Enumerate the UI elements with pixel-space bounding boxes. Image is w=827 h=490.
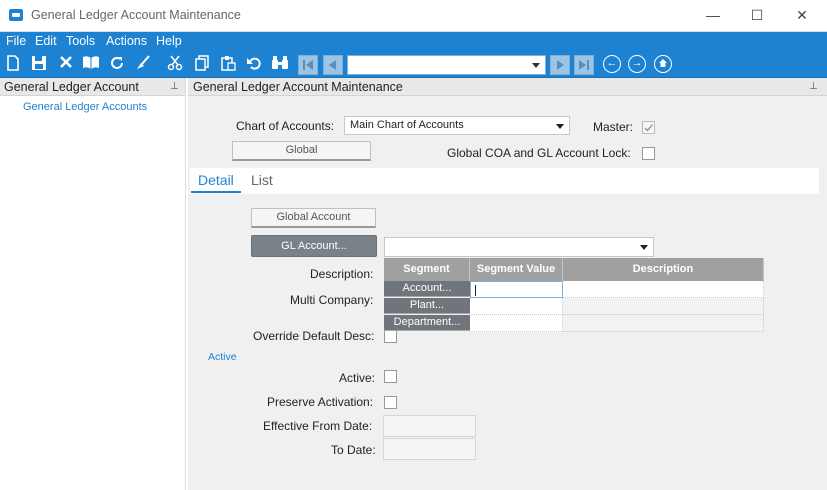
segment-description-cell[interactable]: [563, 298, 764, 315]
cut-icon[interactable]: [165, 55, 185, 75]
menu-file[interactable]: File: [6, 34, 26, 48]
tree-item-general-ledger-accounts[interactable]: General Ledger Accounts: [23, 101, 147, 113]
global-lock-label: Global COA and GL Account Lock:: [447, 146, 631, 160]
segment-description-cell[interactable]: [563, 281, 764, 298]
refresh-icon[interactable]: [107, 55, 127, 75]
global-button[interactable]: Global: [232, 141, 371, 161]
close-button[interactable]: ✕: [790, 4, 814, 26]
menu-bar: File Edit Tools Actions Help: [0, 32, 827, 52]
segment-value-cell[interactable]: [470, 281, 563, 298]
global-lock-checkbox[interactable]: [642, 147, 655, 160]
new-icon[interactable]: [3, 55, 23, 75]
tree-panel: General Ledger Account ⊥ General Ledger …: [0, 78, 186, 490]
segment-value-cell[interactable]: [470, 315, 563, 332]
active-checkbox[interactable]: [384, 370, 397, 383]
previous-record-button[interactable]: [323, 55, 343, 75]
segment-row-account[interactable]: Account...: [384, 281, 470, 297]
maximize-button[interactable]: ☐: [745, 4, 769, 26]
menu-help[interactable]: Help: [156, 34, 182, 48]
chevron-down-icon: [556, 124, 564, 129]
to-date-label: To Date:: [331, 443, 376, 457]
chart-of-accounts-combo[interactable]: Main Chart of Accounts: [344, 116, 570, 135]
paste-icon[interactable]: [218, 55, 238, 75]
effective-from-date-field[interactable]: [383, 415, 476, 437]
effective-from-date-label: Effective From Date:: [263, 419, 373, 433]
multi-company-label: Multi Company:: [290, 293, 374, 307]
gl-account-combo[interactable]: [384, 237, 654, 257]
chart-of-accounts-label: Chart of Accounts:: [236, 119, 335, 133]
pin-icon[interactable]: ⊥: [809, 81, 818, 92]
pin-icon[interactable]: ⊥: [170, 81, 179, 92]
preserve-activation-label: Preserve Activation:: [267, 395, 374, 409]
active-label: Active:: [339, 371, 376, 385]
global-account-button[interactable]: Global Account: [251, 208, 376, 228]
undo-icon[interactable]: [244, 55, 264, 75]
gl-account-button[interactable]: GL Account...: [251, 235, 377, 257]
description-label: Description:: [310, 267, 374, 281]
delete-icon[interactable]: [56, 55, 76, 75]
save-icon[interactable]: [29, 55, 49, 75]
tab-bar: Detail List: [190, 168, 819, 194]
tree-panel-header: General Ledger Account ⊥: [0, 78, 185, 96]
chart-of-accounts-value: Main Chart of Accounts: [350, 119, 464, 131]
window-title: General Ledger Account Maintenance: [31, 8, 241, 22]
grid-header-segment-value: Segment Value: [470, 258, 563, 281]
grid-header-segment: Segment: [384, 258, 470, 281]
text-cursor: [475, 285, 476, 296]
back-icon[interactable]: ←: [603, 55, 621, 73]
segment-row-plant[interactable]: Plant...: [384, 298, 470, 314]
clear-icon[interactable]: [133, 55, 153, 75]
segment-row-department[interactable]: Department...: [384, 315, 470, 331]
active-section-label: Active: [208, 351, 237, 363]
book-icon[interactable]: [81, 55, 101, 75]
tab-detail[interactable]: Detail: [198, 172, 234, 188]
search-icon[interactable]: [270, 55, 290, 75]
preserve-activation-checkbox[interactable]: [384, 396, 397, 409]
last-record-button[interactable]: [574, 55, 594, 75]
title-bar: General Ledger Account Maintenance — ☐ ✕: [0, 0, 827, 32]
segment-grid: Segment Segment Value Description Accoun…: [384, 258, 764, 333]
chevron-down-icon: [532, 63, 540, 68]
override-default-desc-label: Override Default Desc:: [253, 329, 375, 343]
grid-header-description: Description: [563, 258, 764, 281]
minimize-button[interactable]: —: [701, 4, 725, 26]
tab-list[interactable]: List: [251, 172, 273, 188]
segment-description-cell[interactable]: [563, 315, 764, 332]
main-panel: General Ledger Account Maintenance ⊥ Cha…: [188, 78, 827, 490]
first-record-button[interactable]: [298, 55, 318, 75]
active-tab-indicator: [191, 191, 241, 193]
chevron-down-icon: [640, 245, 648, 250]
home-icon[interactable]: [654, 55, 672, 73]
to-date-field[interactable]: [383, 438, 476, 460]
next-record-button[interactable]: [550, 55, 570, 75]
app-icon: [9, 9, 23, 21]
page-title: General Ledger Account Maintenance: [193, 80, 403, 94]
tree-panel-title: General Ledger Account: [4, 80, 139, 94]
menu-edit[interactable]: Edit: [35, 34, 57, 48]
menu-actions[interactable]: Actions: [106, 34, 147, 48]
forward-icon[interactable]: →: [628, 55, 646, 73]
copy-icon[interactable]: [192, 55, 212, 75]
menu-tools[interactable]: Tools: [66, 34, 95, 48]
record-navigation-combo[interactable]: [347, 55, 546, 75]
master-checkbox[interactable]: [642, 121, 655, 134]
main-panel-header: General Ledger Account Maintenance ⊥: [188, 78, 827, 96]
master-label: Master:: [593, 120, 634, 134]
toolbar: ← →: [0, 52, 827, 78]
segment-value-cell[interactable]: [470, 298, 563, 315]
